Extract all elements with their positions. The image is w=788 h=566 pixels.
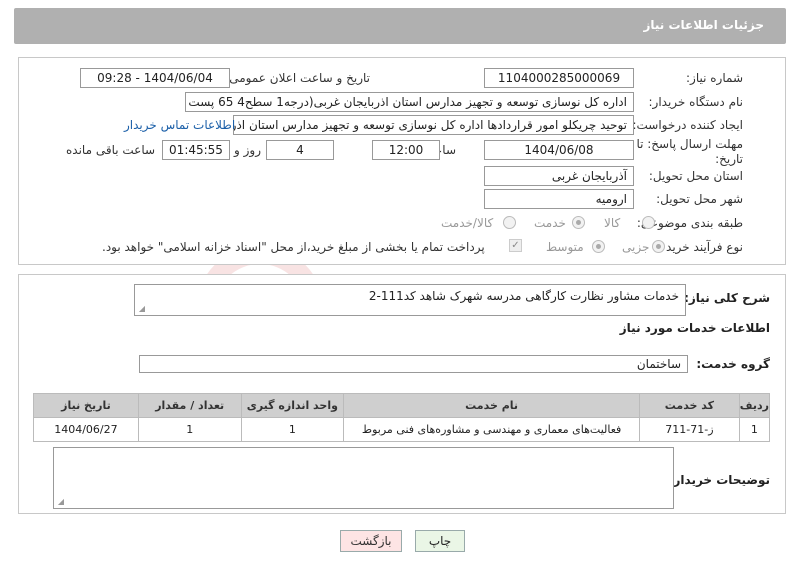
services-heading: اطلاعات خدمات مورد نیاز	[619, 321, 770, 335]
announce-field: 1404/06/04 - 09:28	[80, 68, 230, 88]
back-button[interactable]: بازگشت	[340, 530, 402, 552]
col-unit: واحد اندازه گیری	[240, 393, 345, 418]
category-radio-goods-service[interactable]	[503, 216, 516, 229]
col-date: تاریخ نیاز	[33, 393, 139, 418]
province-label: استان محل تحویل:	[648, 169, 743, 183]
col-code: کد خدمت	[639, 393, 740, 418]
need-number-label: شماره نیاز:	[686, 71, 743, 85]
category-radio-service[interactable]	[572, 216, 585, 229]
summary-label: شرح کلی نیاز:	[684, 291, 770, 305]
remaining-time-field: 01:45:55	[162, 140, 230, 160]
process-label: نوع فرآیند خرید :	[658, 240, 743, 254]
cell-qty: 1	[137, 417, 242, 442]
cell-name: فعالیت‌های معماری و مهندسی و مشاوره‌های …	[343, 417, 641, 442]
announce-label: تاریخ و ساعت اعلان عمومی:	[225, 71, 370, 85]
process-option-medium: متوسط	[546, 240, 584, 254]
days-field: 4	[266, 140, 334, 160]
buyer-notes-textarea[interactable]: ◢	[53, 447, 674, 509]
col-row: ردیف	[738, 393, 771, 418]
province-field: آذربایجان غربی	[484, 166, 634, 186]
buyer-org-label: نام دستگاه خریدار:	[648, 95, 744, 109]
summary-textarea[interactable]: خدمات مشاور نظارت کارگاهی مدرسه شهرک شاه…	[134, 284, 686, 316]
need-number-field: 1104000285000069	[484, 68, 634, 88]
deadline-label-date: تاریخ:	[715, 152, 743, 166]
city-label: شهر محل تحویل:	[656, 192, 743, 206]
process-radio-minor[interactable]	[652, 240, 665, 253]
group-label: گروه خدمت:	[696, 357, 770, 371]
creator-label: ایجاد کننده درخواست:	[632, 118, 743, 132]
category-option-goods-service: کالا/خدمت	[441, 216, 494, 230]
buyer-notes-label: توضیحات خریدار:	[668, 473, 770, 487]
category-option-goods: کالا	[604, 216, 621, 230]
payment-checkbox[interactable]: ✓	[509, 239, 522, 252]
cell-date: 1404/06/27	[33, 417, 139, 442]
page-title: جزئیات اطلاعات نیاز	[643, 18, 764, 32]
need-info-panel	[18, 57, 786, 265]
cell-code: ز-71-711	[639, 417, 740, 442]
services-table-header: ردیف کد خدمت نام خدمت واحد اندازه گیری ت…	[33, 393, 771, 418]
buyer-org-field: اداره کل نوسازی توسعه و تجهیز مدارس استا…	[185, 92, 634, 112]
col-name: نام خدمت	[343, 393, 641, 418]
resize-handle-icon[interactable]: ◢	[56, 498, 64, 506]
remaining-label: ساعت باقی مانده	[66, 143, 156, 157]
resize-handle-icon[interactable]: ◢	[137, 305, 145, 313]
category-option-service: خدمت	[534, 216, 566, 230]
print-button[interactable]: چاپ	[415, 530, 465, 552]
services-table: ردیف کد خدمت نام خدمت واحد اندازه گیری ت…	[33, 393, 771, 442]
buyer-contact-link[interactable]: اطلاعات تماس خریدار	[124, 118, 235, 132]
process-option-minor: جزیی	[622, 240, 650, 254]
deadline-time-field: 12:00	[372, 140, 440, 160]
group-field: ساختمان	[139, 355, 688, 373]
category-radio-goods[interactable]	[642, 216, 655, 229]
days-label: روز و	[234, 143, 261, 157]
creator-field: توحید چریکلو امور قراردادها اداره کل نوس…	[233, 115, 634, 135]
page-header: جزئیات اطلاعات نیاز	[14, 8, 786, 44]
city-field: ارومیه	[484, 189, 634, 209]
summary-text: خدمات مشاور نظارت کارگاهی مدرسه شهرک شاه…	[368, 289, 679, 303]
payment-note: پرداخت تمام یا بخشی از مبلغ خرید،از محل …	[102, 240, 485, 254]
deadline-label: مهلت ارسال پاسخ: تا	[636, 137, 743, 151]
process-radio-medium[interactable]	[592, 240, 605, 253]
col-qty: تعداد / مقدار	[137, 393, 242, 418]
cell-row: 1	[738, 417, 771, 442]
cell-unit: 1	[240, 417, 345, 442]
deadline-date-field: 1404/06/08	[484, 140, 634, 160]
table-row: 1 ز-71-711 فعالیت‌های معماری و مهندسی و …	[33, 417, 771, 442]
